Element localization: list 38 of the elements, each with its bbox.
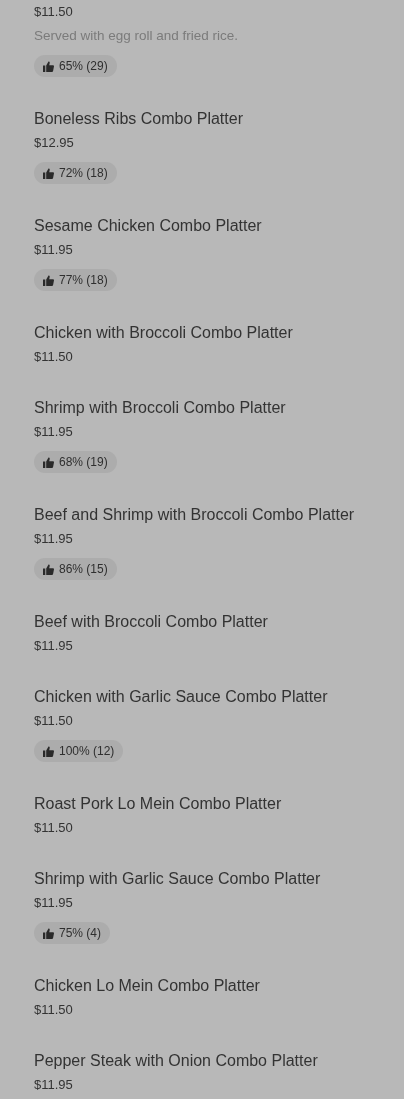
rating-badge: 100% (12)	[34, 740, 124, 762]
item-price: $11.95	[34, 241, 74, 259]
item-price: $11.50	[34, 348, 74, 366]
item-name[interactable]: Boneless Ribs Combo Platter	[34, 107, 370, 131]
rating-badge: 68% (19)	[34, 451, 117, 473]
item-name[interactable]: Chicken Lo Mein Combo Platter	[34, 974, 370, 998]
item-price: $11.95	[34, 637, 74, 655]
thumbs-up-icon	[43, 60, 54, 72]
rating-badge: 65% (29)	[34, 55, 117, 77]
item-price: $11.95	[34, 423, 74, 441]
item-price: $11.95	[34, 1076, 74, 1094]
item-price: $11.50	[34, 1001, 74, 1019]
item-name[interactable]: Beef with Broccoli Combo Platter	[34, 610, 370, 634]
item-name[interactable]: Beef and Shrimp with Broccoli Combo Platter	[34, 503, 370, 527]
rating-badge: 77% (18)	[34, 269, 117, 291]
thumbs-up-icon	[43, 274, 54, 286]
item-name[interactable]: Chicken with Broccoli Combo Platter	[34, 321, 370, 345]
rating-badge: 72% (18)	[34, 162, 117, 184]
item-name[interactable]: Pepper Steak with Onion Combo Platter	[34, 1049, 370, 1073]
item-name[interactable]: Shrimp with Garlic Sauce Combo Platter	[34, 867, 370, 891]
item-price: $11.50	[34, 819, 74, 837]
thumbs-up-icon	[43, 927, 54, 939]
thumbs-up-icon	[43, 563, 54, 575]
thumbs-up-icon	[43, 745, 54, 757]
item-name[interactable]: Roast Pork Lo Mein Combo Platter	[34, 792, 370, 816]
thumbs-up-icon	[43, 167, 54, 179]
item-description: Served with egg roll and fried rice.	[34, 27, 240, 45]
item-name[interactable]: Sesame Chicken Combo Platter	[34, 214, 370, 238]
item-name[interactable]: Chicken with Garlic Sauce Combo Platter	[34, 685, 370, 709]
item-price: $11.95	[34, 530, 74, 548]
item-price: $12.95	[34, 134, 75, 152]
thumbs-up-icon	[43, 456, 54, 468]
item-price: $11.95	[34, 894, 74, 912]
rating-badge: 75% (4)	[34, 922, 111, 944]
rating-badge: 86% (15)	[34, 558, 117, 580]
item-price: $11.50	[34, 3, 74, 21]
item-name[interactable]: Shrimp with Broccoli Combo Platter	[34, 396, 370, 420]
item-price: $11.50	[34, 712, 74, 730]
